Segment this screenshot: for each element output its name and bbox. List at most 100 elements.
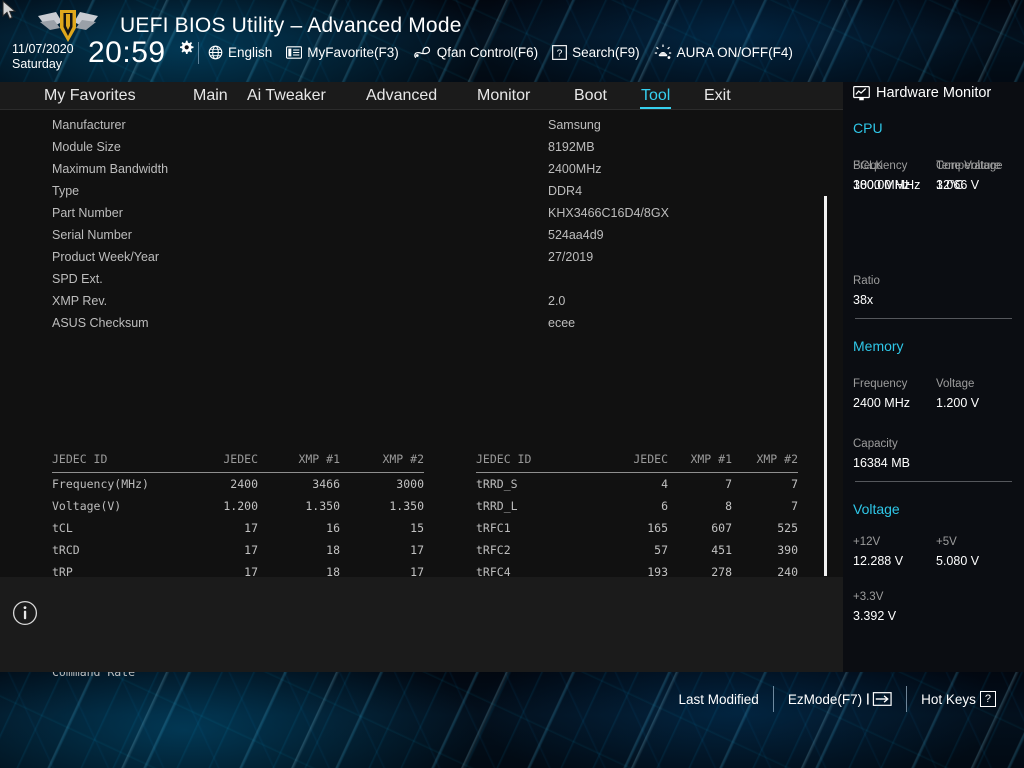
- spd-row: Module Size 8192MB: [0, 140, 843, 162]
- table-row: Frequency(MHz) 2400 3466 3000: [52, 473, 424, 496]
- table-row-label: tRRD_S: [476, 477, 518, 491]
- menu-tab-my-favorites[interactable]: My Favorites: [44, 87, 136, 106]
- table-cell: 8: [725, 499, 732, 513]
- main-menu-bar: My Favorites Main Ai Tweaker Advanced Monito…: [0, 82, 843, 110]
- spd-key: Part Number: [52, 206, 123, 220]
- header-tools: English MyFavorite(F3) Qfan Control(F6) …: [208, 44, 793, 60]
- menu-tab-monitor[interactable]: Monitor: [477, 87, 530, 106]
- spd-key: XMP Rev.: [52, 294, 108, 308]
- info-icon[interactable]: [12, 600, 38, 626]
- hardware-monitor-title-text: Hardware Monitor: [876, 85, 992, 101]
- myfavorite-button[interactable]: MyFavorite(F3): [286, 45, 399, 60]
- ezmode-button[interactable]: EzMode(F7): [774, 691, 906, 707]
- hotkeys-key-badge: ?: [979, 691, 996, 707]
- bios-screen: UEFI BIOS Utility – Advanced Mode 11/07/…: [0, 0, 1024, 768]
- hwm-field-value: 2400 MHz: [853, 396, 910, 410]
- list-card-icon: [286, 45, 303, 59]
- qfan-control-label: Qfan Control(F6): [436, 44, 539, 60]
- table-row: tRRD_L 6 8 7: [476, 495, 798, 517]
- aura-light-icon: [654, 44, 671, 59]
- hwm-field-value: 1.200 V: [936, 396, 980, 410]
- spd-row: Manufacturer Samsung: [0, 118, 843, 140]
- table-header-cell: JEDEC ID: [476, 452, 532, 466]
- hwm-field-label: Core Voltage: [936, 160, 1003, 172]
- table-cell: 1.350: [305, 499, 340, 513]
- search-button[interactable]: ? Search(F9): [552, 45, 640, 60]
- table-cell: 16: [326, 521, 340, 535]
- date-text: 11/07/2020: [12, 42, 74, 56]
- table-header-cell: JEDEC: [633, 452, 668, 466]
- spd-value: KHX3466C16D4/8GX: [548, 206, 669, 220]
- hwm-field-label: Ratio: [853, 275, 880, 287]
- table-cell: 3000: [396, 477, 424, 491]
- language-button[interactable]: English: [208, 45, 272, 60]
- datetime-display: 11/07/2020 Saturday: [12, 42, 74, 72]
- aura-toggle-button[interactable]: AURA ON/OFF(F4): [654, 44, 793, 60]
- header-bar: UEFI BIOS Utility – Advanced Mode 11/07/…: [0, 0, 1024, 82]
- spd-row: XMP Rev. 2.0: [0, 294, 843, 316]
- table-cell: 451: [711, 543, 732, 557]
- hwm-field-label: BCLK: [853, 160, 884, 172]
- hwm-field-value: 100.00 MHz: [853, 178, 921, 192]
- spd-key: ASUS Checksum: [52, 316, 149, 330]
- spd-row: Maximum Bandwidth 2400MHz: [0, 162, 843, 184]
- table-cell: 15: [410, 521, 424, 535]
- table-header-cell: XMP #1: [298, 452, 340, 466]
- spd-key: Module Size: [52, 140, 121, 154]
- table-row-label: tCL: [52, 521, 73, 535]
- hwm-section-title-voltage: Voltage: [853, 501, 900, 517]
- spd-row: ASUS Checksum ecee: [0, 316, 843, 338]
- hotkeys-button[interactable]: Hot Keys ?: [907, 691, 1010, 707]
- spd-value: 524aa4d9: [548, 228, 604, 242]
- hwm-field-value: 12.288 V: [853, 554, 904, 568]
- hwm-field-value: 1.066 V: [936, 178, 980, 192]
- table-cell: 4: [661, 477, 668, 491]
- hwm-field-value: 3.392 V: [853, 609, 897, 623]
- table-header-cell: XMP #2: [756, 452, 798, 466]
- spd-row: SPD Ext.: [0, 272, 843, 294]
- table-row: tRRD_S 4 7 7: [476, 473, 798, 496]
- hardware-monitor-title: Hardware Monitor: [853, 85, 991, 101]
- last-modified-button[interactable]: Last Modified: [665, 692, 773, 707]
- spd-information-list: Manufacturer Samsung Module Size 8192MB Maxi…: [0, 118, 843, 338]
- table-cell: 18: [326, 543, 340, 557]
- menu-tab-exit[interactable]: Exit: [704, 87, 731, 106]
- hardware-monitor-sidebar: Hardware Monitor CPU Frequency 3800 MHz Tem…: [843, 82, 1024, 672]
- spd-value: 8192MB: [548, 140, 595, 154]
- menu-tab-ai-tweaker[interactable]: Ai Tweaker: [247, 87, 326, 106]
- scrollbar-thumb[interactable]: [824, 196, 827, 576]
- menu-tab-tool[interactable]: Tool: [639, 87, 672, 109]
- hwm-field-value: 38x: [853, 293, 874, 307]
- menu-tab-main[interactable]: Main: [193, 87, 228, 106]
- language-label: English: [228, 44, 273, 60]
- fan-icon: [414, 46, 430, 58]
- table-cell: 7: [725, 477, 732, 491]
- table-row-label: tRRD_L: [476, 499, 518, 513]
- spd-key: Maximum Bandwidth: [52, 162, 169, 176]
- search-label: Search(F9): [572, 44, 640, 60]
- menu-tab-boot[interactable]: Boot: [574, 87, 607, 106]
- hwm-section-divider-2: [855, 481, 1012, 482]
- qfan-control-button[interactable]: Qfan Control(F6): [413, 45, 538, 60]
- menu-tab-advanced[interactable]: Advanced: [366, 87, 437, 106]
- spd-key: Product Week/Year: [52, 250, 160, 264]
- spd-key: Type: [52, 184, 80, 198]
- table-cell: 1.200: [223, 499, 258, 513]
- spd-value: 2400MHz: [548, 162, 602, 176]
- hwm-section-title-cpu: CPU: [853, 120, 883, 136]
- ezmode-arrow-icon: [867, 692, 892, 706]
- page-title: UEFI BIOS Utility – Advanced Mode: [120, 14, 462, 37]
- table-header-cell: XMP #1: [690, 452, 732, 466]
- content-scrollbar[interactable]: [821, 110, 831, 577]
- table-cell: 2400: [230, 477, 258, 491]
- table-cell: 17: [244, 543, 258, 557]
- gear-icon[interactable]: [178, 40, 194, 56]
- table-header-cell: JEDEC: [223, 452, 258, 466]
- table-row-label: tRFC2: [476, 543, 511, 557]
- monitor-icon: [853, 85, 870, 100]
- tool-content-panel: Manufacturer Samsung Module Size 8192MB Maxi…: [0, 110, 843, 679]
- table-header-cell: XMP #2: [382, 452, 424, 466]
- table-row: tCL 17 16 15: [52, 517, 424, 539]
- hwm-field-label: +12V: [853, 536, 881, 548]
- hwm-field-label: Voltage: [936, 378, 975, 390]
